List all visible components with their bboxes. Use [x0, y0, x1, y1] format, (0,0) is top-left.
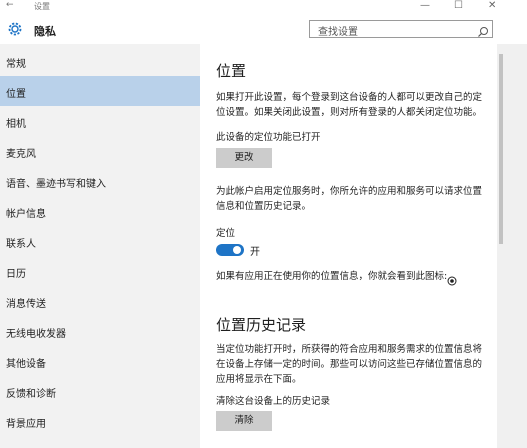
location-history-description: 当定位功能打开时，所获得的符合应用和服务需求的位置信息将在设备上存储一定的时间。… — [216, 344, 483, 385]
section-heading-location: 位置 — [216, 62, 247, 80]
clear-button[interactable]: 清除 — [216, 411, 272, 431]
sidebar-item-label: 帐户信息 — [6, 209, 46, 220]
location-description: 如果打开此设置，每个登录到这台设备的人都可以更改自己的定位设置。如果关闭此设置，… — [216, 92, 483, 118]
sidebar-item-label: 位置 — [6, 89, 26, 100]
sidebar-item-general[interactable]: 常规 — [0, 46, 200, 76]
toggle-knob — [233, 246, 241, 254]
sidebar-item-label: 消息传送 — [6, 299, 46, 310]
sidebar-item-label: 背景应用 — [6, 419, 46, 430]
sidebar-item-calendar[interactable]: 日历 — [0, 256, 200, 286]
toggle-state-label: 开 — [250, 247, 260, 258]
sidebar-item-label: 联系人 — [6, 239, 36, 250]
sidebar-item-camera[interactable]: 相机 — [0, 106, 200, 136]
location-toggle[interactable] — [216, 244, 244, 256]
sidebar-item-label: 相机 — [6, 119, 26, 130]
sidebar-item-label: 麦克风 — [6, 149, 36, 160]
minimize-button[interactable]: — — [420, 0, 430, 11]
sidebar-item-label: 常规 — [6, 59, 26, 70]
sidebar: 常规 位置 相机 麦克风 语音、墨迹书写和键入 帐户信息 联系人 日历 消息传送… — [0, 44, 200, 448]
sidebar-item-label: 无线电收发器 — [6, 329, 66, 340]
device-location-status: 此设备的定位功能已打开 — [216, 132, 321, 143]
scrollbar-thumb[interactable] — [499, 54, 503, 244]
change-button[interactable]: 更改 — [216, 148, 272, 168]
sidebar-item-speech-inking-typing[interactable]: 语音、墨迹书写和键入 — [0, 166, 200, 196]
section-heading-location-history: 位置历史记录 — [216, 316, 307, 334]
sidebar-item-label: 日历 — [6, 269, 26, 280]
close-button[interactable]: ✕ — [488, 0, 496, 11]
sidebar-item-label: 其他设备 — [6, 359, 46, 370]
window-title: 设置 — [34, 2, 50, 11]
maximize-button[interactable]: ☐ — [454, 0, 463, 11]
sidebar-item-other-devices[interactable]: 其他设备 — [0, 346, 200, 376]
location-toggle-label: 定位 — [216, 228, 236, 239]
search-icon[interactable] — [477, 23, 489, 42]
scrollbar[interactable] — [497, 44, 527, 448]
sidebar-item-account-info[interactable]: 帐户信息 — [0, 196, 200, 226]
gear-icon — [6, 20, 24, 42]
search-input[interactable]: 查找设置 — [309, 20, 493, 38]
sidebar-item-feedback-diagnostics[interactable]: 反馈和诊断 — [0, 376, 200, 406]
sidebar-item-messaging[interactable]: 消息传送 — [0, 286, 200, 316]
main-content: 位置 如果打开此设置，每个登录到这台设备的人都可以更改自己的定位设置。如果关闭此… — [200, 44, 497, 448]
sidebar-item-label: 反馈和诊断 — [6, 389, 56, 400]
location-in-use-icon — [447, 271, 457, 290]
header: 隐私 查找设置 — [0, 14, 527, 44]
sidebar-item-location[interactable]: 位置 — [0, 76, 200, 106]
clear-history-label: 清除这台设备上的历史记录 — [216, 396, 331, 407]
page-title: 隐私 — [34, 25, 56, 38]
back-arrow-icon[interactable]: ← — [6, 0, 14, 10]
sidebar-item-contacts[interactable]: 联系人 — [0, 226, 200, 256]
sidebar-item-microphone[interactable]: 麦克风 — [0, 136, 200, 166]
account-location-description: 为此帐户启用定位服务时，你所允许的应用和服务可以请求位置信息和位置历史记录。 — [216, 186, 483, 212]
search-placeholder: 查找设置 — [318, 27, 358, 38]
title-bar: ← 设置 — ☐ ✕ — [0, 0, 527, 14]
sidebar-item-background-apps[interactable]: 背景应用 — [0, 406, 200, 436]
sidebar-item-radios[interactable]: 无线电收发器 — [0, 316, 200, 346]
sidebar-item-label: 语音、墨迹书写和键入 — [6, 179, 106, 190]
